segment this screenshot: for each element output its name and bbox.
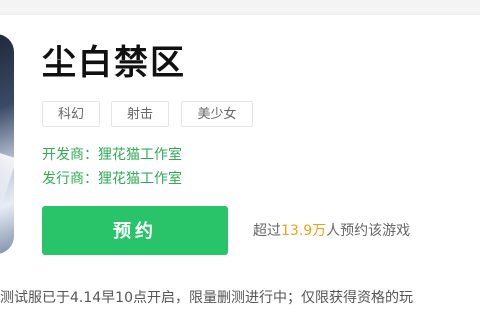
reserve-count-number: 13.9万	[281, 223, 327, 239]
game-cover-image[interactable]	[0, 34, 14, 254]
reserve-count-suffix: 人预约该游戏	[326, 223, 411, 239]
reserve-count-prefix: 超过	[253, 223, 281, 239]
test-server-notice: 测试服已于4.14早10点开启，限量删测进行中；仅限获得资格的玩	[0, 290, 413, 306]
developer-label: 开发商：	[42, 147, 98, 163]
publisher-row: 发行商：狸花猫工作室	[42, 169, 182, 189]
developer-link[interactable]: 狸花猫工作室	[98, 147, 182, 163]
publisher-link[interactable]: 狸花猫工作室	[98, 171, 182, 187]
developer-row: 开发商：狸花猫工作室	[42, 145, 182, 165]
publisher-label: 发行商：	[42, 171, 98, 187]
tag-anime-girls[interactable]: 美少女	[181, 101, 253, 127]
reserve-count-text: 超过13.9万人预约该游戏	[253, 221, 410, 241]
top-bar	[0, 0, 480, 15]
tag-scifi[interactable]: 科幻	[42, 101, 100, 127]
reserve-button[interactable]: 预约	[42, 206, 228, 255]
game-title: 尘白禁区	[42, 43, 186, 83]
tag-shooter[interactable]: 射击	[111, 101, 169, 127]
